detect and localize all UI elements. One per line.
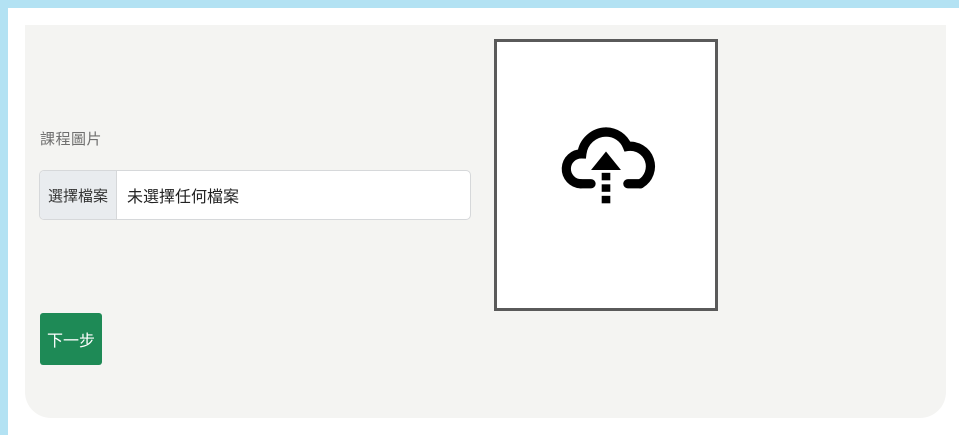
file-name-display: 未選擇任何檔案 bbox=[127, 187, 240, 206]
cloud-upload-icon bbox=[561, 127, 655, 204]
choose-file-button[interactable]: 選擇檔案 bbox=[40, 171, 117, 219]
image-preview[interactable] bbox=[494, 39, 718, 311]
window-frame-left bbox=[0, 0, 8, 435]
course-image-label: 課程圖片 bbox=[40, 130, 103, 148]
window-frame-top bbox=[0, 0, 959, 8]
next-step-button[interactable]: 下一步 bbox=[40, 313, 102, 365]
file-input[interactable]: 選擇檔案 未選擇任何檔案 bbox=[39, 170, 471, 220]
form-panel bbox=[25, 25, 946, 418]
